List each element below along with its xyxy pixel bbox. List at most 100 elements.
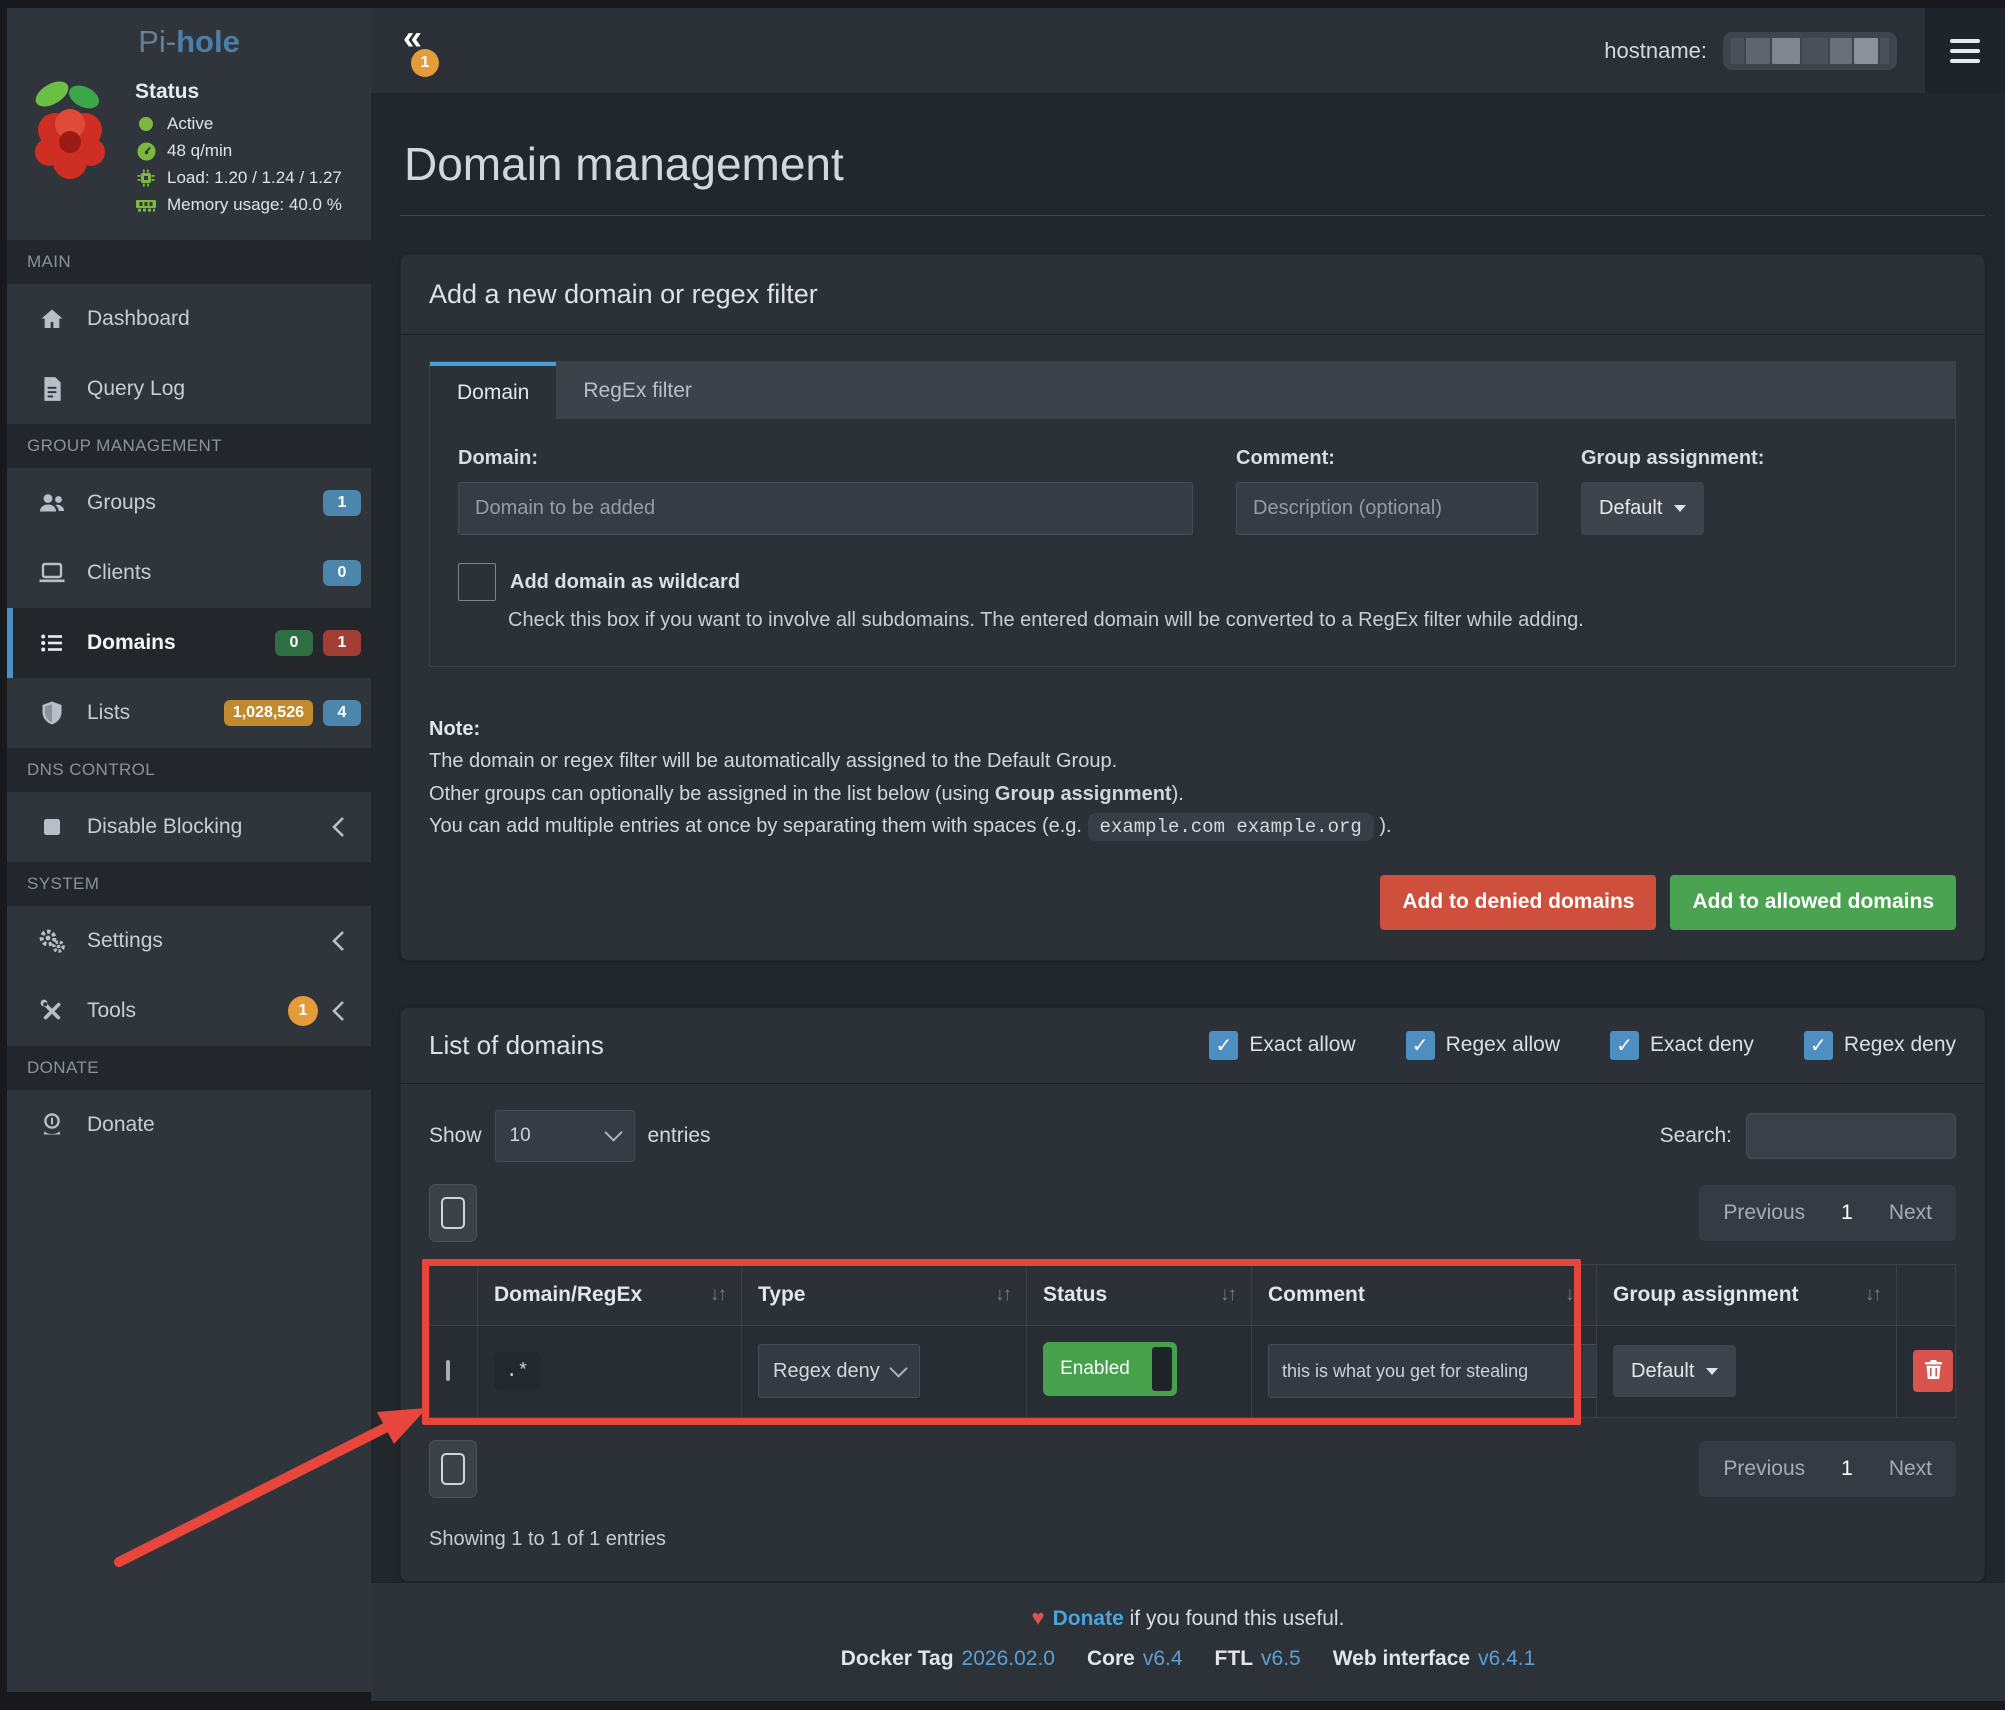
select-all-button-top[interactable] bbox=[429, 1184, 477, 1242]
notification-badge: 1 bbox=[411, 49, 439, 77]
brand-logo[interactable]: Pi-hole bbox=[7, 8, 371, 66]
sidebar-item-donate[interactable]: Donate bbox=[7, 1090, 371, 1160]
caret-down-icon bbox=[1706, 1368, 1718, 1381]
tab-domain[interactable]: Domain bbox=[430, 362, 556, 419]
filter-regex-allow[interactable]: ✓Regex allow bbox=[1406, 1031, 1560, 1060]
footer-donate-text: if you found this useful. bbox=[1124, 1607, 1345, 1630]
pagination-next[interactable]: Next bbox=[1889, 1457, 1932, 1481]
domain-field-label: Domain: bbox=[458, 447, 1193, 470]
header-actions-column bbox=[1897, 1264, 1956, 1325]
users-icon bbox=[37, 490, 67, 516]
pagination-current-page[interactable]: 1 bbox=[1841, 1457, 1853, 1481]
note-line-2: Other groups can optionally be assigned … bbox=[429, 778, 1956, 810]
sort-icon[interactable]: ↓↑ bbox=[995, 1284, 1010, 1306]
note-line-1: The domain or regex filter will be autom… bbox=[429, 745, 1956, 777]
wildcard-checkbox[interactable] bbox=[458, 563, 496, 601]
domains-table-wrapper: Domain/RegEx ↓↑ Type ↓↑ Status ↓↑ Comment ↓↑… bbox=[429, 1264, 1956, 1418]
page-length-select[interactable]: 10 bbox=[495, 1110, 635, 1162]
hamburger-menu-button[interactable] bbox=[1925, 8, 2005, 93]
row-checkbox[interactable] bbox=[446, 1360, 450, 1381]
footer-docker-tag: Docker Tag2026.02.0 bbox=[841, 1647, 1055, 1671]
select-all-button-bottom[interactable] bbox=[429, 1440, 477, 1498]
header-type[interactable]: Type bbox=[758, 1283, 805, 1307]
count-badge-allowed: 0 bbox=[275, 630, 313, 656]
sort-icon[interactable]: ↓↑ bbox=[710, 1284, 725, 1306]
filter-regex-deny[interactable]: ✓Regex deny bbox=[1804, 1031, 1956, 1060]
pagination-next[interactable]: Next bbox=[1889, 1201, 1932, 1225]
sidebar-item-tools[interactable]: Tools 1 bbox=[7, 976, 371, 1046]
footer-ftl: FTLv6.5 bbox=[1215, 1647, 1301, 1671]
search-input[interactable] bbox=[1746, 1113, 1956, 1159]
memory-icon bbox=[135, 195, 157, 215]
sidebar-item-label: Query Log bbox=[87, 377, 185, 401]
group-assignment-label: Group assignment: bbox=[1581, 447, 1764, 470]
sidebar-item-dashboard[interactable]: Dashboard bbox=[7, 284, 371, 354]
sidebar-collapse-button[interactable]: « 1 bbox=[401, 21, 445, 81]
entries-label: entries bbox=[648, 1124, 711, 1148]
checkbox-checked-icon: ✓ bbox=[1804, 1031, 1833, 1060]
list-icon bbox=[37, 630, 67, 656]
brand-suffix: hole bbox=[176, 24, 240, 59]
delete-row-button[interactable] bbox=[1913, 1350, 1953, 1392]
domains-table: Domain/RegEx ↓↑ Type ↓↑ Status ↓↑ Comment ↓↑… bbox=[429, 1264, 1956, 1418]
row-comment-input[interactable]: this is what you get for stealing bbox=[1268, 1344, 1598, 1398]
footer-web-interface-version[interactable]: v6.4.1 bbox=[1478, 1647, 1535, 1670]
add-to-allowed-button[interactable]: Add to allowed domains bbox=[1670, 875, 1956, 930]
footer-docker-tag-version[interactable]: 2026.02.0 bbox=[962, 1647, 1055, 1670]
sidebar-item-query-log[interactable]: Query Log bbox=[7, 354, 371, 424]
status-load: Load: 1.20 / 1.24 / 1.27 bbox=[135, 168, 342, 188]
pagination-previous[interactable]: Previous bbox=[1723, 1457, 1805, 1481]
header-select-column bbox=[430, 1264, 478, 1325]
showing-entries-text: Showing 1 to 1 of 1 entries bbox=[429, 1528, 1956, 1551]
sort-icon[interactable]: ↓↑ bbox=[1865, 1284, 1880, 1306]
sidebar-item-label: Domains bbox=[87, 631, 275, 655]
footer-web-interface: Web interfacev6.4.1 bbox=[1333, 1647, 1536, 1671]
header-comment[interactable]: Comment bbox=[1268, 1283, 1365, 1307]
sidebar-section-donate: DONATE bbox=[7, 1046, 371, 1090]
sidebar-item-disable-blocking[interactable]: Disable Blocking bbox=[7, 792, 371, 862]
sidebar-item-settings[interactable]: Settings bbox=[7, 906, 371, 976]
domain-input[interactable] bbox=[458, 482, 1193, 535]
sidebar-item-lists[interactable]: Lists 1,028,526 4 bbox=[7, 678, 371, 748]
count-badge-denied: 1 bbox=[323, 630, 361, 656]
sidebar-item-domains[interactable]: Domains 0 1 bbox=[7, 608, 371, 678]
title-divider bbox=[400, 215, 1985, 216]
footer-core-version[interactable]: v6.4 bbox=[1143, 1647, 1183, 1670]
gears-icon bbox=[37, 928, 67, 954]
type-select[interactable]: Regex deny bbox=[758, 1344, 920, 1398]
group-assignment-dropdown[interactable]: Default bbox=[1581, 482, 1704, 535]
square-outline-icon bbox=[441, 1197, 465, 1229]
count-badge: 1 bbox=[323, 490, 361, 516]
hostname-redacted bbox=[1723, 32, 1897, 70]
sidebar-item-groups[interactable]: Groups 1 bbox=[7, 468, 371, 538]
page-content: Domain management Add a new domain or re… bbox=[371, 93, 2005, 1582]
sidebar-item-label: Donate bbox=[87, 1113, 155, 1137]
header-group-assignment[interactable]: Group assignment bbox=[1613, 1283, 1799, 1307]
sidebar-item-label: Dashboard bbox=[87, 307, 190, 331]
filter-exact-allow[interactable]: ✓Exact allow bbox=[1209, 1031, 1355, 1060]
sidebar-item-clients[interactable]: Clients 0 bbox=[7, 538, 371, 608]
pagination-previous[interactable]: Previous bbox=[1723, 1201, 1805, 1225]
group-assignment-value: Default bbox=[1599, 497, 1662, 520]
footer-donate-link[interactable]: Donate bbox=[1053, 1607, 1124, 1630]
status-dot-icon bbox=[135, 114, 157, 134]
add-to-denied-button[interactable]: Add to denied domains bbox=[1380, 875, 1656, 930]
header-domain-regex[interactable]: Domain/RegEx bbox=[494, 1283, 642, 1307]
tab-regex-filter[interactable]: RegEx filter bbox=[556, 362, 719, 419]
list-card-title: List of domains bbox=[429, 1030, 1209, 1061]
checkbox-checked-icon: ✓ bbox=[1406, 1031, 1435, 1060]
footer-ftl-version[interactable]: v6.5 bbox=[1261, 1647, 1301, 1670]
header-status[interactable]: Status bbox=[1043, 1283, 1107, 1307]
pagination-bottom: Previous 1 Next bbox=[1699, 1441, 1956, 1497]
pagination-current-page[interactable]: 1 bbox=[1841, 1201, 1853, 1225]
sort-icon[interactable]: ↓↑ bbox=[1565, 1284, 1580, 1306]
heart-icon: ♥ bbox=[1032, 1605, 1045, 1630]
sort-icon[interactable]: ↓↑ bbox=[1220, 1284, 1235, 1306]
status-toggle[interactable]: Enabled bbox=[1043, 1342, 1177, 1396]
filter-exact-deny[interactable]: ✓Exact deny bbox=[1610, 1031, 1754, 1060]
status-panel: Status Active 48 q/min Load: 1.20 / 1.24… bbox=[7, 66, 371, 240]
note-bold: Group assignment bbox=[995, 783, 1172, 805]
comment-input[interactable] bbox=[1236, 482, 1538, 535]
row-group-dropdown[interactable]: Default bbox=[1613, 1345, 1736, 1397]
page-footer: ♥ Donate if you found this useful. Docker… bbox=[371, 1582, 2005, 1701]
